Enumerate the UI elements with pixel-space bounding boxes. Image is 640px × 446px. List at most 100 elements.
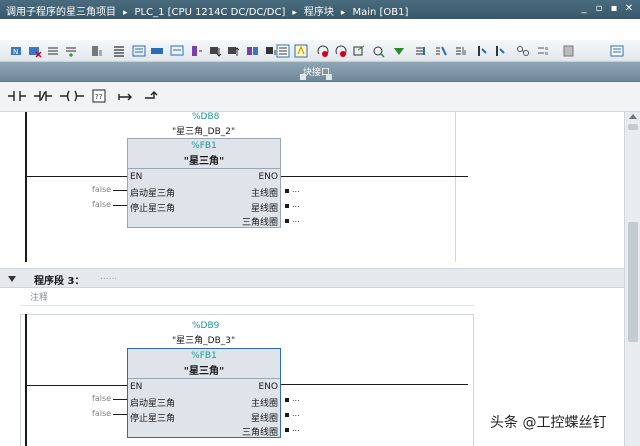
pin-en[interactable]: EN <box>130 382 142 392</box>
watermark: 头条 @工控蝶丝钉 <box>490 415 607 431</box>
title-bar: 调用子程序的星三角项目 ▸ PLC_1 [CPU 1214C DC/DC/DC] ▸ 程… <box>0 0 640 19</box>
block-interface-bar[interactable]: 块接口 <box>0 62 640 82</box>
coil-icon[interactable] <box>60 89 84 103</box>
svg-text:N: N <box>13 48 18 56</box>
pin-main-coil[interactable]: 主线圈 <box>251 186 278 199</box>
call-structure-icon[interactable] <box>536 44 550 58</box>
main-coil-output[interactable]: ... <box>292 394 300 403</box>
eno-wire <box>281 384 468 385</box>
open-networks-icon[interactable] <box>132 44 146 58</box>
breadcrumb-main[interactable]: Main [OB1] <box>352 7 408 18</box>
instance-db-name[interactable]: "星三角_DB_2" <box>172 124 235 137</box>
instance-db-address: %DB9 <box>192 321 220 331</box>
absolute-address-icon[interactable] <box>90 44 104 58</box>
close-networks-icon[interactable] <box>150 44 164 58</box>
compare-icon[interactable] <box>246 44 260 58</box>
instance-db-address: %DB8 <box>192 112 220 122</box>
insert-network-icon[interactable]: N <box>10 44 24 58</box>
editor-toolbar: N <box>0 40 640 62</box>
pin-eno[interactable]: ENO <box>258 172 278 182</box>
close-branch-icon[interactable] <box>144 89 160 103</box>
upload-icon[interactable] <box>226 44 240 58</box>
network-title[interactable]: 程序段 3： <box>34 272 84 287</box>
output-stub <box>285 189 289 193</box>
pin-en[interactable]: EN <box>130 172 142 182</box>
lad-editor[interactable]: %DB8 "星三角_DB_2" %FB1 "星三角" EN 启动星三角 停止星三… <box>0 112 624 446</box>
insert-row-icon[interactable] <box>46 44 60 58</box>
stop-cpu-icon[interactable] <box>414 44 428 58</box>
breadcrumb-project[interactable]: 调用子程序的星三角项目 <box>6 7 116 18</box>
collapse-triangle-icon[interactable] <box>8 276 16 282</box>
delta-coil-output[interactable]: ... <box>292 215 300 224</box>
svg-text:??: ?? <box>95 93 103 101</box>
pin-start[interactable]: 启动星三角 <box>130 186 175 199</box>
fb-address: %FB1 <box>191 141 217 151</box>
sequence-icon[interactable] <box>276 44 290 58</box>
pin-start[interactable]: 启动星三角 <box>130 396 175 409</box>
nc-contact-icon[interactable] <box>34 89 52 103</box>
vertical-scrollbar[interactable] <box>624 112 640 446</box>
close-button[interactable]: ✕ <box>623 3 635 15</box>
pin-delta-coil[interactable]: 三角线圈 <box>242 215 278 228</box>
watch-table-icon[interactable] <box>476 44 490 58</box>
comment-divider <box>20 305 474 306</box>
network-list-icon[interactable] <box>112 44 126 58</box>
stop-input-value[interactable]: false <box>92 200 111 209</box>
scroll-thumb-small[interactable] <box>628 124 638 130</box>
splitter-grip-icon[interactable] <box>326 74 332 80</box>
fb-divider <box>128 168 280 169</box>
start-cpu-icon[interactable] <box>392 44 406 58</box>
go-offline-icon[interactable] <box>334 44 348 58</box>
pin-stop[interactable]: 停止星三角 <box>130 201 175 214</box>
empty-box-icon[interactable]: ?? <box>92 89 106 103</box>
scroll-thumb[interactable] <box>628 222 638 342</box>
function-block[interactable]: %FB1 "星三角" EN 启动星三角 停止星三角 ENO 主线圈 星线圈 三角… <box>127 348 281 438</box>
cross-reference-icon[interactable] <box>516 44 530 58</box>
network-title-placeholder[interactable]: ...... <box>100 272 117 282</box>
stop-input-value[interactable]: false <box>92 409 111 418</box>
instance-db-name[interactable]: "星三角_DB_3" <box>172 333 235 346</box>
star-coil-output[interactable]: ... <box>292 200 300 209</box>
modify-value-icon[interactable] <box>434 44 448 58</box>
trace-icon[interactable] <box>494 44 508 58</box>
minimize-button[interactable]: _ <box>578 3 590 15</box>
download-icon[interactable] <box>208 44 222 58</box>
restore-button[interactable]: ▫ <box>593 3 605 15</box>
delete-network-icon[interactable] <box>28 44 42 58</box>
comments-icon[interactable] <box>170 44 184 58</box>
splitter-grip-icon[interactable] <box>300 74 306 80</box>
pin-eno[interactable]: ENO <box>258 382 278 392</box>
panel-toggle-icon[interactable] <box>610 44 624 58</box>
favorites-icon[interactable] <box>190 44 204 58</box>
pin-star-coil[interactable]: 星线圈 <box>251 201 278 214</box>
output-stub <box>285 204 289 208</box>
monitor-icon[interactable] <box>294 44 308 58</box>
start-input-value[interactable]: false <box>92 394 111 403</box>
output-stub <box>285 413 289 417</box>
delta-coil-output[interactable]: ... <box>292 424 300 433</box>
network-comment[interactable]: 注释 <box>30 290 48 303</box>
memory-icon[interactable] <box>562 44 576 58</box>
breadcrumb-plc[interactable]: PLC_1 [CPU 1214C DC/DC/DC] <box>135 7 286 18</box>
breadcrumb-program-blocks[interactable]: 程序块 <box>304 7 334 18</box>
pin-star-coil[interactable]: 星线圈 <box>251 411 278 424</box>
no-contact-icon[interactable] <box>8 89 26 103</box>
breadcrumb: 调用子程序的星三角项目 ▸ PLC_1 [CPU 1214C DC/DC/DC] ▸ 程… <box>6 3 408 18</box>
reset-icon[interactable] <box>372 44 386 58</box>
force-value-icon[interactable] <box>454 44 468 58</box>
pin-stop[interactable]: 停止星三角 <box>130 411 175 424</box>
maximize-button[interactable]: ▪ <box>608 3 620 15</box>
pin-main-coil[interactable]: 主线圈 <box>251 396 278 409</box>
network-3-header[interactable]: 程序段 3： ...... <box>0 268 624 288</box>
main-coil-output[interactable]: ... <box>292 185 300 194</box>
output-stub <box>285 398 289 402</box>
open-branch-icon[interactable] <box>118 89 134 103</box>
start-input-value[interactable]: false <box>92 185 111 194</box>
accessible-devices-icon[interactable] <box>352 44 366 58</box>
pin-delta-coil[interactable]: 三角线圈 <box>242 425 278 438</box>
function-block[interactable]: %FB1 "星三角" EN 启动星三角 停止星三角 ENO 主线圈 星线圈 三角… <box>127 138 281 228</box>
star-coil-output[interactable]: ... <box>292 409 300 418</box>
go-online-icon[interactable] <box>316 44 330 58</box>
scroll-up-icon[interactable] <box>629 114 637 119</box>
append-row-icon[interactable] <box>64 44 78 58</box>
